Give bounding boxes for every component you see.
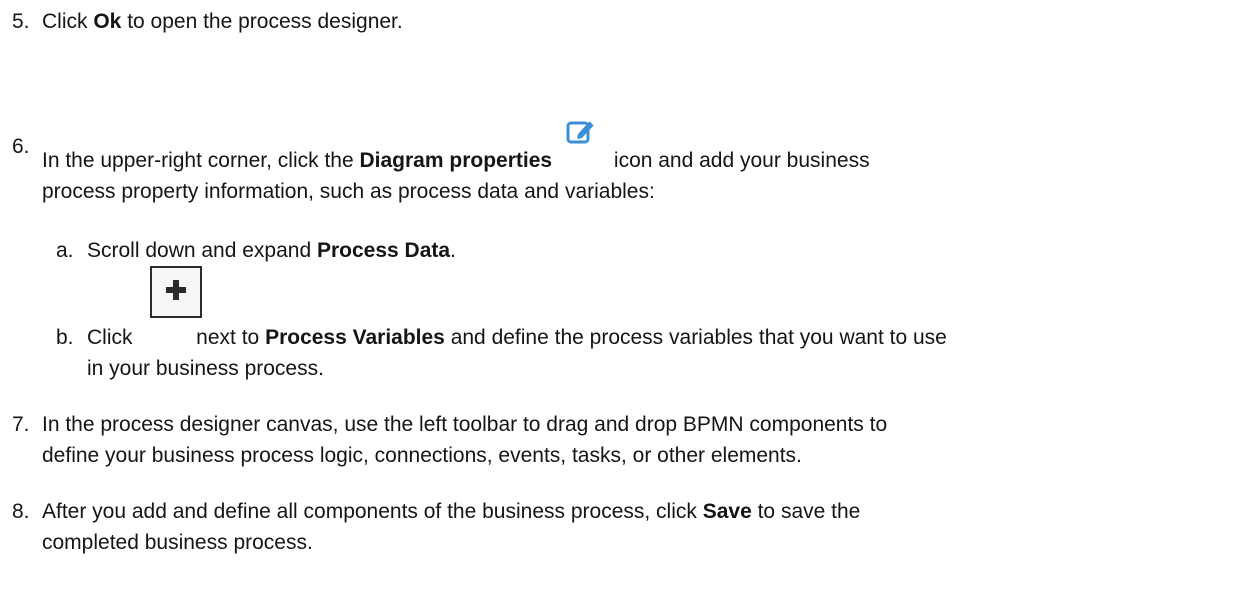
text-run: to open the process designer. [121,10,403,33]
text-run: icon and add your business [608,149,870,172]
text-run: Click [87,326,139,349]
substep-letter: a. [56,239,74,262]
step-number: 6. [12,135,30,158]
text-run: After you add and define all components … [42,500,703,523]
text-line: process property information, such as pr… [42,180,655,203]
substep-letter: b. [56,326,74,349]
save-label: Save [702,500,752,523]
text-line: completed business process. [42,531,313,554]
step-text: In the process designer canvas, use the … [42,409,1240,471]
step-number: 8. [12,500,30,523]
step-text: Click Ok to open the process designer. [42,6,1240,37]
text-line: In the process designer canvas, use the … [42,413,888,436]
text-line: in your business process. [87,357,324,380]
ok-label: Ok [93,10,122,33]
step-number: 7. [12,413,30,436]
text-run: to save the [751,500,861,523]
process-variables-label: Process Variables [265,326,445,349]
text-run: . [450,239,456,262]
text-run: Click [42,10,94,33]
text-run: In the upper-right corner, click the [42,149,360,172]
text-line: define your business process logic, conn… [42,444,802,467]
step-text: In the upper-right corner, click the Dia… [42,120,1240,207]
substep-text: Scroll down and expand Process Data. [87,235,1240,266]
step-number: 5. [12,10,30,33]
edit-icon [552,120,608,171]
text-run: next to [190,326,266,349]
plus-icon [150,266,202,318]
text-run: and define the process variables that yo… [444,326,947,349]
diagram-properties-label: Diagram properties [359,149,553,172]
step-text: After you add and define all components … [42,496,1240,558]
substep-text: Click next to Process Variables and defi… [87,266,1240,384]
text-run: Scroll down and expand [87,239,317,262]
process-data-label: Process Data [317,239,451,262]
